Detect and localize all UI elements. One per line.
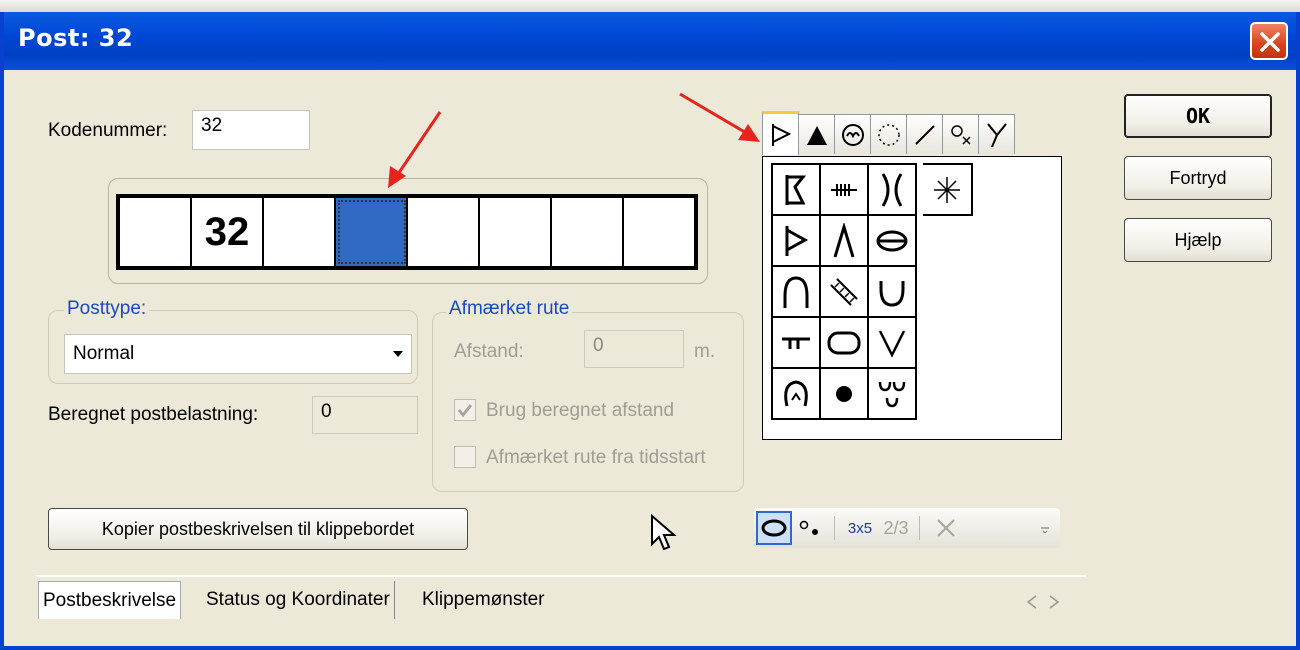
bottom-tab-bar: Postbeskrivelse Status og Koordinater Kl… bbox=[36, 575, 1086, 625]
tab-klippemoenster[interactable]: Klippemønster bbox=[418, 581, 549, 619]
flag-b-icon[interactable] bbox=[773, 216, 821, 267]
bridge-icon[interactable] bbox=[821, 267, 869, 318]
x-icon bbox=[937, 519, 955, 537]
beregnet-field: 0 bbox=[312, 396, 418, 434]
dots-icon bbox=[799, 520, 818, 535]
fork-icon[interactable] bbox=[978, 114, 1015, 154]
description-cell-d[interactable] bbox=[336, 198, 408, 266]
toolbar-overflow[interactable] bbox=[1030, 511, 1060, 545]
dotted-circle-icon[interactable] bbox=[870, 114, 907, 154]
afstand-unit: m. bbox=[694, 341, 716, 362]
size-tool-button[interactable]: 3x5 bbox=[841, 511, 879, 545]
ellipse-icon bbox=[761, 519, 787, 537]
checkmark-icon bbox=[457, 404, 473, 418]
window-title: Post: 32 bbox=[18, 24, 134, 52]
annotation-arrow-right bbox=[679, 92, 760, 142]
arch-icon[interactable] bbox=[773, 267, 821, 318]
tab-scroll-right-icon[interactable] bbox=[1048, 595, 1060, 609]
asterisk-icon[interactable] bbox=[923, 163, 973, 216]
posttype-label: Posttype: bbox=[64, 298, 150, 320]
posttype-select[interactable]: Normal bbox=[64, 334, 412, 374]
description-cell-e[interactable] bbox=[408, 198, 480, 266]
posttype-value: Normal bbox=[73, 343, 135, 364]
symbol-category-tabs bbox=[762, 111, 1015, 156]
overflow-icon bbox=[1041, 527, 1049, 533]
rounded-rect-icon[interactable] bbox=[821, 318, 869, 369]
tab-status-koordinater[interactable]: Status og Koordinater bbox=[202, 581, 395, 619]
cancel-button[interactable]: Fortryd bbox=[1124, 156, 1272, 200]
line-icon[interactable] bbox=[906, 114, 943, 154]
help-button[interactable]: Hjælp bbox=[1124, 218, 1272, 262]
fork-line-icon[interactable] bbox=[821, 216, 869, 267]
tab-postbeskrivelse[interactable]: Postbeskrivelse bbox=[38, 581, 182, 619]
fence-icon[interactable] bbox=[821, 165, 869, 216]
circle-x-icon[interactable] bbox=[942, 114, 979, 154]
description-cell-f[interactable] bbox=[480, 198, 552, 266]
kodenummer-label: Kodenummer: bbox=[48, 120, 168, 141]
brug-beregnet-label: Brug beregnet afstand bbox=[486, 400, 675, 421]
dots-tool-button[interactable] bbox=[792, 511, 828, 545]
description-cell-h[interactable] bbox=[624, 198, 694, 266]
face-icon[interactable] bbox=[834, 114, 871, 154]
cup-icon[interactable] bbox=[869, 267, 917, 318]
dot-icon[interactable] bbox=[821, 369, 869, 420]
triangle-icon[interactable] bbox=[798, 114, 835, 154]
chevron-down-icon bbox=[393, 351, 403, 357]
afstand-label: Afstand: bbox=[454, 341, 524, 362]
copy-button[interactable]: Kopier postbeskrivelsen til klippebordet bbox=[48, 508, 468, 550]
ellipse-tool-button[interactable] bbox=[756, 511, 792, 545]
pipe-icon[interactable] bbox=[773, 318, 821, 369]
description-cell-b[interactable]: 32 bbox=[192, 198, 264, 266]
flag-icon[interactable] bbox=[762, 111, 799, 155]
ok-button[interactable]: OK bbox=[1124, 94, 1272, 138]
tidsstart-label: Afmærket rute fra tidsstart bbox=[486, 447, 706, 468]
cylinder-icon[interactable] bbox=[869, 216, 917, 267]
tab-scroll-left-icon[interactable] bbox=[1026, 595, 1038, 609]
toolbar-separator bbox=[919, 516, 920, 540]
mouse-cursor-icon bbox=[651, 514, 677, 551]
afstand-input[interactable]: 0 bbox=[584, 330, 684, 368]
delete-tool-button[interactable] bbox=[926, 511, 966, 545]
description-cell-a[interactable] bbox=[120, 198, 192, 266]
symbol-grid bbox=[771, 163, 917, 420]
beregnet-label: Beregnet postbelastning: bbox=[48, 404, 259, 425]
horseshoe-icon[interactable] bbox=[773, 369, 821, 420]
title-bar[interactable]: Post: 32 bbox=[4, 12, 1296, 70]
flag-a-icon[interactable] bbox=[773, 165, 821, 216]
brug-beregnet-checkbox[interactable] bbox=[454, 399, 476, 421]
afmaerket-label: Afmærket rute bbox=[446, 298, 573, 320]
close-button[interactable] bbox=[1250, 22, 1288, 60]
symbol-palette bbox=[762, 156, 1062, 440]
description-cell-c[interactable] bbox=[264, 198, 336, 266]
bracket-icon[interactable] bbox=[869, 165, 917, 216]
v-icon[interactable] bbox=[869, 318, 917, 369]
close-icon bbox=[1260, 32, 1280, 52]
annotation-arrow-left bbox=[388, 111, 442, 188]
description-cell-g[interactable] bbox=[552, 198, 624, 266]
drops-icon[interactable] bbox=[869, 369, 917, 420]
fraction-tool-button[interactable]: 2/3 bbox=[879, 511, 913, 545]
description-row: 32 bbox=[116, 194, 698, 270]
toolbar-separator bbox=[834, 516, 835, 540]
kodenummer-input[interactable]: 32 bbox=[192, 110, 310, 150]
tidsstart-checkbox[interactable] bbox=[454, 446, 476, 468]
symbol-toolbar: 3x5 2/3 bbox=[754, 508, 1060, 548]
